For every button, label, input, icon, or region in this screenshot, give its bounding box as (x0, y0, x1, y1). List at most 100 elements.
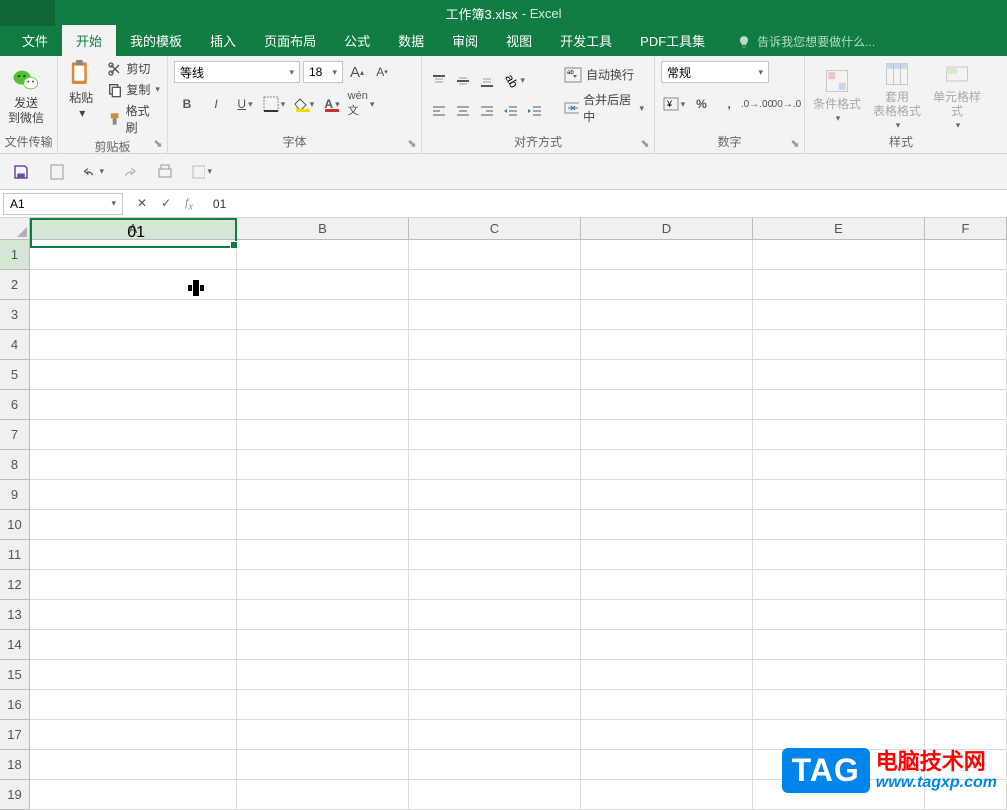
cell-C1[interactable] (409, 240, 581, 270)
cell-C7[interactable] (409, 420, 581, 450)
cell-C8[interactable] (409, 450, 581, 480)
cell-C9[interactable] (409, 480, 581, 510)
cell-C12[interactable] (409, 570, 581, 600)
paste-dropdown-icon[interactable]: ▾ (79, 106, 85, 120)
cell-F2[interactable] (925, 270, 1007, 300)
cell-C17[interactable] (409, 720, 581, 750)
cell-B11[interactable] (237, 540, 409, 570)
conditional-format-button[interactable]: 条件格式▾ (809, 59, 865, 132)
cell-F17[interactable] (925, 720, 1007, 750)
cell-C4[interactable] (409, 330, 581, 360)
cell-E14[interactable] (753, 630, 925, 660)
border-button[interactable]: ▾ (261, 93, 287, 115)
tab-templates[interactable]: 我的模板 (116, 25, 196, 56)
col-header-B[interactable]: B (237, 218, 409, 239)
cell-E3[interactable] (753, 300, 925, 330)
increase-indent-button[interactable] (524, 100, 546, 122)
cell-F13[interactable] (925, 600, 1007, 630)
bold-button[interactable]: B (174, 93, 200, 115)
row-header-2[interactable]: 2 (0, 270, 30, 300)
cell-A17[interactable] (30, 720, 237, 750)
row-header-10[interactable]: 10 (0, 510, 30, 540)
cell-A4[interactable] (30, 330, 237, 360)
cell-A16[interactable] (30, 690, 237, 720)
cell-A2[interactable] (30, 270, 237, 300)
row-header-16[interactable]: 16 (0, 690, 30, 720)
cell-B9[interactable] (237, 480, 409, 510)
cell-C14[interactable] (409, 630, 581, 660)
comma-button[interactable]: , (716, 93, 742, 115)
cell-C2[interactable] (409, 270, 581, 300)
cell-D5[interactable] (581, 360, 753, 390)
col-header-F[interactable]: F (925, 218, 1007, 239)
tab-review[interactable]: 审阅 (438, 25, 492, 56)
copy-button[interactable]: 复制▾ (104, 80, 163, 99)
cell-A10[interactable] (30, 510, 237, 540)
select-all-button[interactable] (0, 218, 30, 239)
cell-E7[interactable] (753, 420, 925, 450)
cell-D6[interactable] (581, 390, 753, 420)
font-launcher-icon[interactable]: ⬊ (405, 137, 419, 151)
cell-D2[interactable] (581, 270, 753, 300)
cell-B7[interactable] (237, 420, 409, 450)
cell-B3[interactable] (237, 300, 409, 330)
cell-F4[interactable] (925, 330, 1007, 360)
tab-home[interactable]: 开始 (62, 25, 116, 56)
cell-A1[interactable] (30, 240, 237, 270)
cell-E6[interactable] (753, 390, 925, 420)
align-middle-button[interactable] (452, 70, 474, 92)
tell-me-search[interactable]: 告诉我您想要做什么... (737, 27, 875, 56)
cell-C11[interactable] (409, 540, 581, 570)
cell-A18[interactable] (30, 750, 237, 780)
cell-B18[interactable] (237, 750, 409, 780)
row-header-11[interactable]: 11 (0, 540, 30, 570)
fill-color-button[interactable]: ▾ (290, 93, 316, 115)
cell-A12[interactable] (30, 570, 237, 600)
cell-F16[interactable] (925, 690, 1007, 720)
row-header-14[interactable]: 14 (0, 630, 30, 660)
decrease-font-button[interactable]: A▾ (371, 61, 393, 83)
cell-D1[interactable] (581, 240, 753, 270)
cell-F10[interactable] (925, 510, 1007, 540)
send-to-wechat-button[interactable]: 发送 到微信 (4, 59, 48, 132)
confirm-edit-button[interactable]: ✓ (161, 196, 171, 210)
cell-F1[interactable] (925, 240, 1007, 270)
row-header-1[interactable]: 1 (0, 240, 30, 270)
cell-F9[interactable] (925, 480, 1007, 510)
row-header-7[interactable]: 7 (0, 420, 30, 450)
cell-B4[interactable] (237, 330, 409, 360)
cell-F6[interactable] (925, 390, 1007, 420)
cell-E8[interactable] (753, 450, 925, 480)
phonetic-button[interactable]: wén文▾ (348, 93, 374, 115)
cell-D7[interactable] (581, 420, 753, 450)
number-format-select[interactable]: 常规▾ (661, 61, 769, 83)
cell-C19[interactable] (409, 780, 581, 810)
cell-B13[interactable] (237, 600, 409, 630)
cell-A11[interactable] (30, 540, 237, 570)
cell-B16[interactable] (237, 690, 409, 720)
wrap-text-button[interactable]: ab自动换行 (560, 64, 648, 85)
qat-button-2[interactable] (46, 161, 68, 183)
cell-B15[interactable] (237, 660, 409, 690)
undo-button[interactable]: ▾ (82, 161, 104, 183)
cell-E13[interactable] (753, 600, 925, 630)
row-header-9[interactable]: 9 (0, 480, 30, 510)
row-header-18[interactable]: 18 (0, 750, 30, 780)
tab-data[interactable]: 数据 (384, 25, 438, 56)
cell-E16[interactable] (753, 690, 925, 720)
cell-A5[interactable] (30, 360, 237, 390)
cell-F3[interactable] (925, 300, 1007, 330)
cell-D4[interactable] (581, 330, 753, 360)
cell-E10[interactable] (753, 510, 925, 540)
cell-C10[interactable] (409, 510, 581, 540)
cell-A15[interactable] (30, 660, 237, 690)
row-header-15[interactable]: 15 (0, 660, 30, 690)
cell-F15[interactable] (925, 660, 1007, 690)
cell-E2[interactable] (753, 270, 925, 300)
cell-B2[interactable] (237, 270, 409, 300)
col-header-A[interactable]: A (30, 218, 237, 239)
row-header-3[interactable]: 3 (0, 300, 30, 330)
tab-pdf[interactable]: PDF工具集 (626, 25, 719, 56)
cell-C13[interactable] (409, 600, 581, 630)
cell-D8[interactable] (581, 450, 753, 480)
